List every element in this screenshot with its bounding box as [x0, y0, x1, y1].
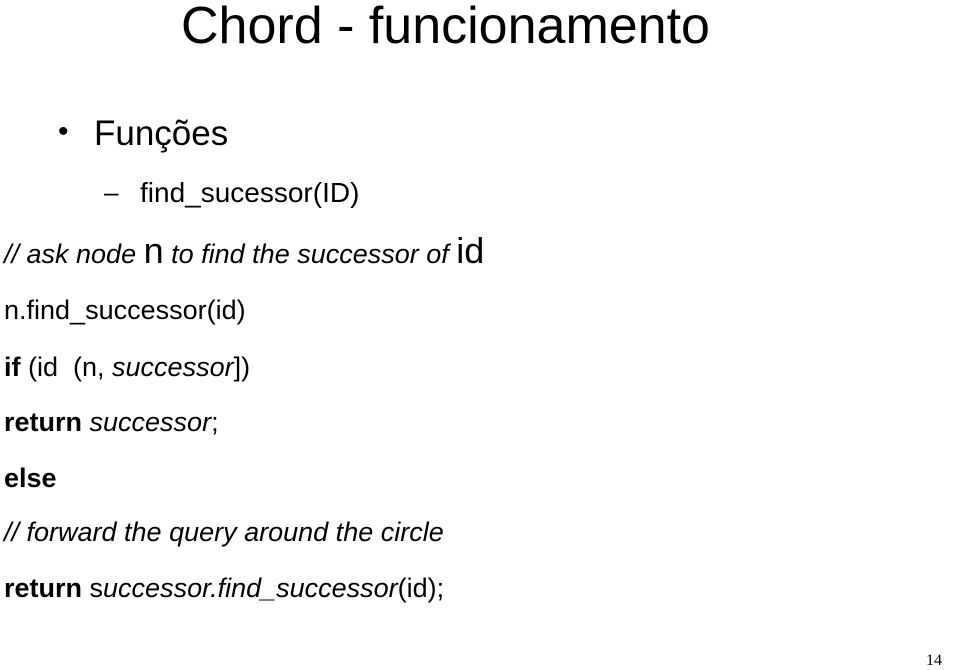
node-n: n: [143, 230, 164, 271]
semicolon: ;: [211, 407, 219, 437]
successor-var: successor: [82, 407, 212, 437]
code-line-return: return successor;: [4, 405, 219, 439]
sub-bullet-text: find_sucessor(ID): [140, 177, 360, 208]
slide-title: Chord - funcionamento: [181, 0, 710, 55]
successor-var: successor: [112, 352, 234, 382]
call-args: (id);: [397, 573, 445, 603]
bullet-text: Funções: [94, 114, 229, 153]
if-condition: (id (n,: [20, 352, 113, 382]
id-text: id: [456, 230, 485, 271]
keyword-else: else: [4, 463, 57, 493]
dash-icon: –: [104, 177, 119, 207]
comment-text: // ask node: [4, 239, 144, 269]
successor-call: uccessor.find_successor: [103, 573, 398, 603]
bullet-dot-icon: •: [58, 115, 69, 148]
keyword-return: return: [4, 407, 83, 437]
page-number: 14: [926, 652, 942, 669]
code-line-comment-forward: // forward the query around the circle: [4, 517, 444, 547]
comment-rest: to find the successor of: [163, 239, 457, 269]
s-char: s: [82, 573, 104, 603]
keyword-if: if: [4, 352, 21, 382]
code-line-return-forward: return successor.find_successor(id);: [4, 571, 444, 605]
if-close: ]): [233, 352, 251, 382]
code-line-comment-ask: // ask node n to find the successor of i…: [4, 233, 484, 271]
code-line-if: if (id (n, successor]): [4, 350, 250, 384]
code-line-else: else: [4, 461, 57, 495]
code-line-call: n.find_successor(id): [4, 295, 246, 325]
keyword-return: return: [4, 573, 83, 603]
